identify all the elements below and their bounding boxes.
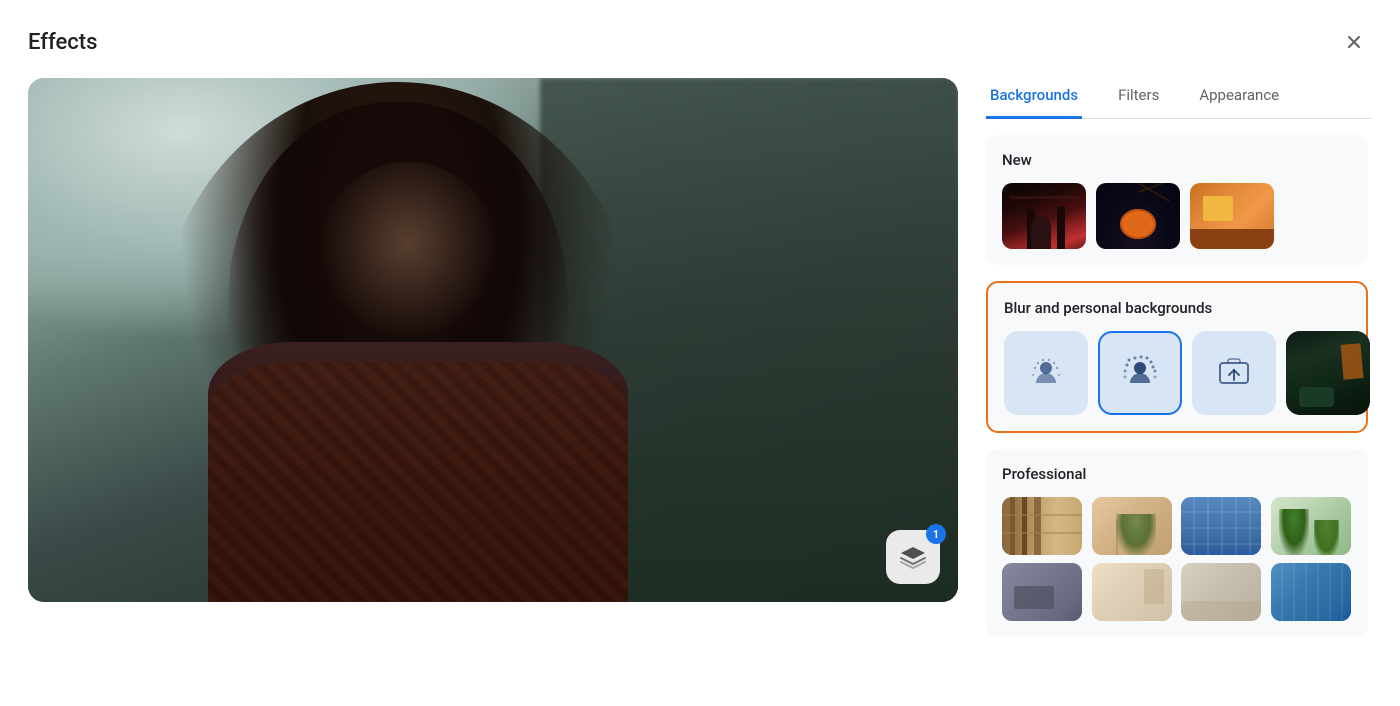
close-button[interactable] — [1336, 24, 1372, 60]
prof-bg-office-grey[interactable] — [1002, 563, 1082, 621]
badge-count: 1 — [926, 524, 946, 544]
video-badge-button[interactable]: 1 — [886, 530, 940, 584]
custom-background-button[interactable] — [1286, 331, 1370, 415]
panel-content: New — [986, 135, 1372, 686]
prof-bg-warm-minimal[interactable] — [1092, 563, 1172, 621]
upload-icon — [1216, 355, 1252, 391]
new-section-title: New — [1002, 151, 1352, 169]
new-section: New — [986, 135, 1368, 265]
blur-section-title: Blur and personal backgrounds — [1004, 299, 1350, 317]
prof-bg-bookshelf1[interactable] — [1002, 497, 1082, 555]
new-thumbnails-row — [1002, 183, 1352, 249]
tabs-bar: Backgrounds Filters Appearance — [986, 78, 1372, 119]
tab-filters[interactable]: Filters — [1114, 78, 1163, 119]
tab-backgrounds[interactable]: Backgrounds — [986, 78, 1082, 119]
blur-slight-button[interactable] — [1004, 331, 1088, 415]
professional-section: Professional — [986, 449, 1368, 637]
prof-bg-blue-office[interactable] — [1271, 563, 1351, 621]
new-section-card: New — [986, 135, 1368, 265]
close-icon — [1344, 32, 1364, 52]
prof-bg-green-plants[interactable] — [1271, 497, 1351, 555]
new-bg-halloween-pumpkin[interactable] — [1096, 183, 1180, 249]
dialog-body: 1 Backgrounds Filters Appearance New — [28, 78, 1372, 686]
prof-bg-city-blue[interactable] — [1181, 497, 1261, 555]
video-preview: 1 — [28, 78, 958, 602]
slight-blur-icon — [1028, 355, 1064, 391]
right-panel: Backgrounds Filters Appearance New — [986, 78, 1372, 686]
prof-bg-beige-wall[interactable] — [1092, 497, 1172, 555]
dialog-title: Effects — [28, 30, 97, 55]
video-canvas — [28, 78, 958, 602]
effects-dialog: Effects — [0, 0, 1400, 706]
blur-section: Blur and personal backgrounds — [986, 281, 1368, 433]
new-bg-cozy-room[interactable] — [1190, 183, 1274, 249]
layers-icon — [899, 543, 927, 571]
blur-full-button[interactable] — [1098, 331, 1182, 415]
professional-grid — [1002, 497, 1352, 621]
blur-thumbnails — [1004, 331, 1350, 415]
tab-appearance[interactable]: Appearance — [1195, 78, 1283, 119]
full-blur-icon — [1122, 355, 1158, 391]
new-bg-halloween-church[interactable] — [1002, 183, 1086, 249]
prof-bg-light-minimal[interactable] — [1181, 563, 1261, 621]
professional-section-title: Professional — [1002, 465, 1352, 483]
dialog-header: Effects — [28, 24, 1372, 60]
upload-background-button[interactable] — [1192, 331, 1276, 415]
